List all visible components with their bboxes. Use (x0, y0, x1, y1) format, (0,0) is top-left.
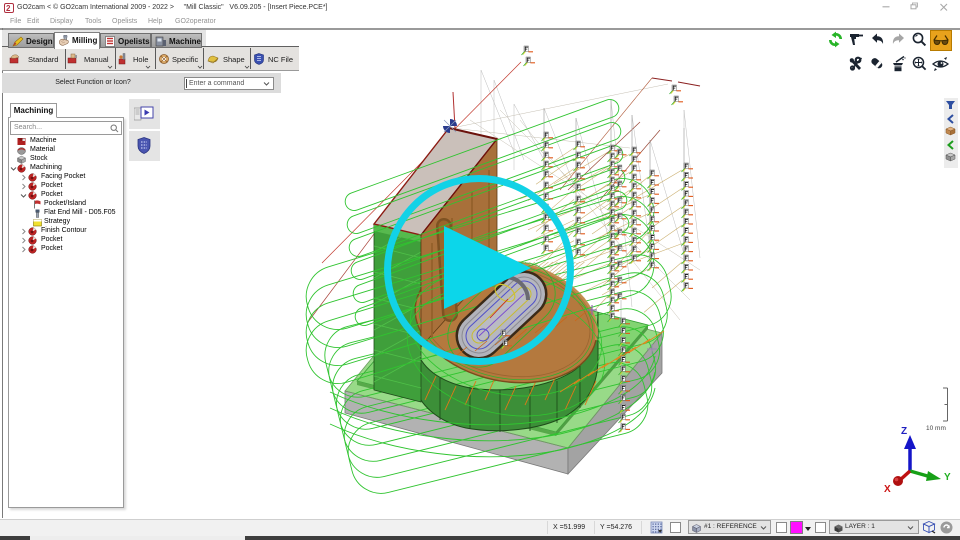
svg-text:X: X (884, 484, 891, 495)
svg-text:10 mm: 10 mm (926, 425, 946, 432)
svg-text:Z: Z (901, 426, 907, 437)
svg-text:Y: Y (944, 472, 951, 483)
